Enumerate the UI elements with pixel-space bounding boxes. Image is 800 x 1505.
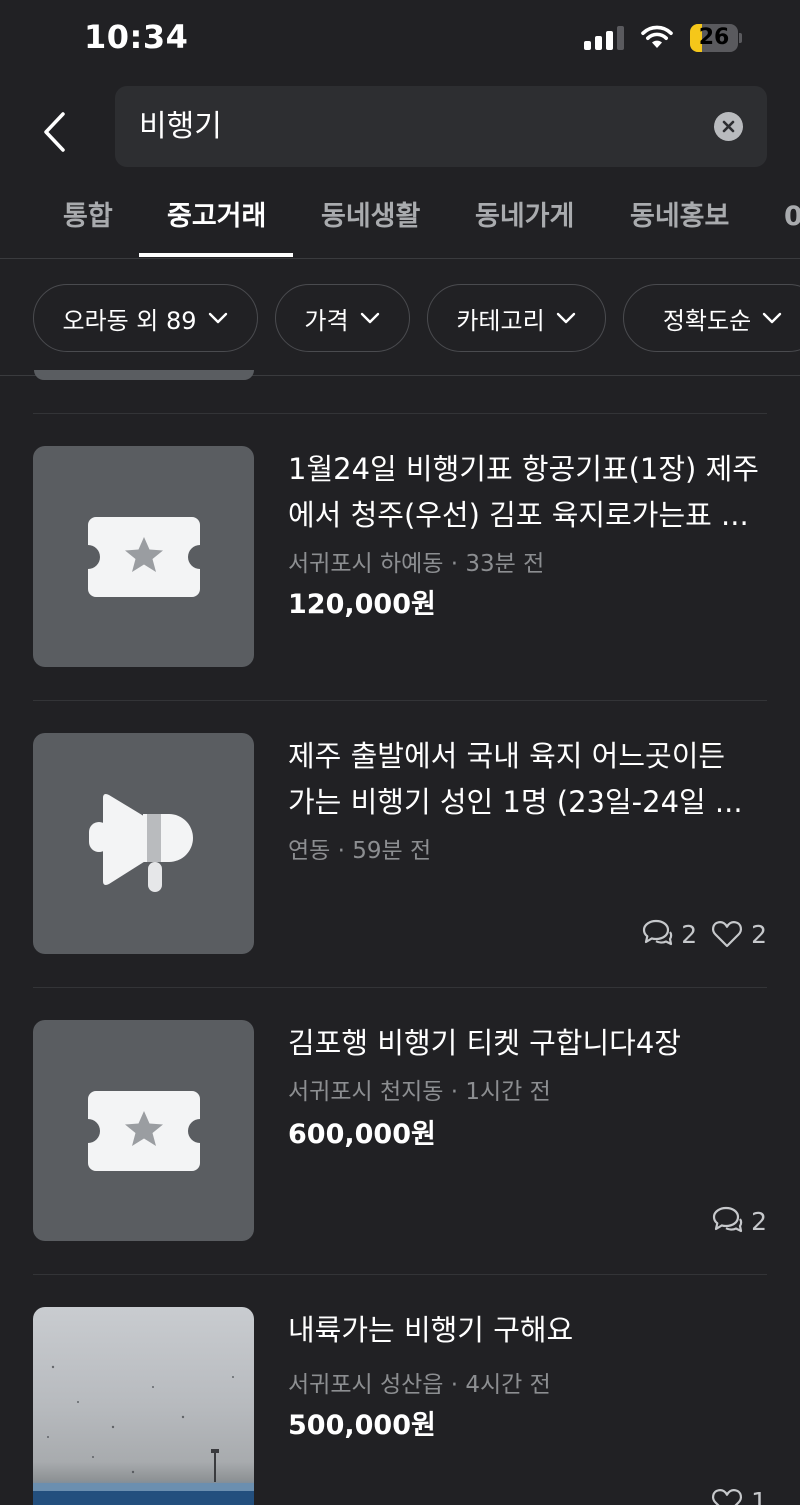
filter-category-label: 카테고리 — [456, 306, 545, 335]
item-location: 연동 — [288, 838, 331, 864]
item-location: 서귀포시 천지동 — [288, 1079, 444, 1105]
heart-icon — [712, 1488, 743, 1505]
chat-count: 2 — [641, 919, 697, 949]
tab-more[interactable]: 0 — [784, 180, 800, 258]
chevron-down-icon — [556, 312, 575, 324]
item-title: 제주 출발에서 국내 육지 어느곳이든 가는 비행기 성인 1명 (23일-24… — [288, 739, 743, 819]
item-time: 4시간 전 — [465, 1372, 551, 1398]
battery-icon: 26 — [690, 24, 742, 52]
status-time: 10:34 — [84, 18, 189, 56]
chat-bubble-icon — [712, 1206, 743, 1233]
item-thumbnail — [33, 446, 254, 667]
tab-neighborhood-life[interactable]: 동네생활 — [321, 180, 420, 258]
filter-sort-label: 정확도순 — [662, 306, 752, 335]
list-divider — [33, 413, 767, 414]
list-item[interactable]: 김포행 비행기 티켓 구합니다4장 서귀포시 천지동 · 1시간 전 600,0… — [0, 1020, 800, 1274]
megaphone-icon — [88, 793, 193, 892]
item-time: 59분 전 — [352, 838, 432, 864]
item-price: 120,000원 — [288, 589, 436, 620]
chevron-down-icon — [208, 312, 227, 324]
item-meta: 연동 · 59분 전 — [288, 838, 432, 864]
item-location: 서귀포시 하예동 — [288, 551, 444, 577]
item-meta: 서귀포시 성산읍 · 4시간 전 — [288, 1372, 551, 1398]
item-time: 1시간 전 — [465, 1079, 551, 1105]
item-title: 김포행 비행기 티켓 구합니다4장 — [288, 1026, 681, 1060]
list-item[interactable]: 1월24일 비행기표 항공기표(1장) 제주 에서 청주(우선) 김포 육지로가… — [0, 446, 800, 700]
search-box — [115, 86, 767, 167]
list-divider — [33, 700, 767, 701]
item-thumbnail — [33, 733, 254, 954]
item-title: 내륙가는 비행기 구해요 — [288, 1313, 574, 1347]
status-bar: 10:34 26 — [0, 0, 800, 78]
filter-price[interactable]: 가격 — [275, 284, 410, 352]
item-photo — [33, 1307, 254, 1505]
filter-category[interactable]: 카테고리 — [427, 284, 606, 352]
tab-used-trade[interactable]: 중고거래 — [167, 180, 266, 258]
item-counts: 2 2 — [627, 919, 767, 949]
item-counts: 2 — [697, 1206, 767, 1236]
list-item[interactable]: 제주 출발에서 국내 육지 어느곳이든 가는 비행기 성인 1명 (23일-24… — [0, 733, 800, 987]
battery-level: 26 — [698, 25, 730, 50]
airport-photo-detail — [33, 1365, 254, 1505]
like-count: 1 — [711, 1487, 767, 1505]
item-title: 1월24일 비행기표 항공기표(1장) 제주 에서 청주(우선) 김포 육지로가… — [288, 452, 759, 532]
active-tab-indicator — [139, 253, 293, 257]
chevron-down-icon — [762, 312, 782, 324]
list-item[interactable]: 내륙가는 비행기 구해요 서귀포시 성산읍 · 4시간 전 500,000원 1 — [0, 1307, 800, 1505]
chat-bubble-icon — [643, 919, 673, 946]
cellular-signal-icon — [584, 26, 626, 50]
item-time: 33분 전 — [465, 551, 545, 577]
tab-bar: 통합 중고거래 동네생활 동네가게 동네홍보 0 — [0, 180, 800, 259]
chevron-down-icon — [360, 312, 379, 324]
previous-item-thumbnail[interactable] — [34, 370, 254, 380]
item-meta: 서귀포시 하예동 · 33분 전 — [288, 551, 545, 577]
clear-search-button[interactable] — [714, 112, 743, 141]
list-divider — [33, 987, 767, 988]
item-meta: 서귀포시 천지동 · 1시간 전 — [288, 1079, 551, 1105]
filter-bar: 오라동 외 89 가격 카테고리 정확도순 — [0, 284, 800, 352]
like-count: 2 — [711, 920, 767, 949]
item-counts: 1 — [697, 1487, 767, 1505]
chat-count: 2 — [711, 1206, 767, 1236]
ticket-star-icon — [87, 516, 200, 597]
filter-sort[interactable]: 정확도순 — [623, 284, 800, 352]
filter-location-label: 오라동 외 89 — [62, 306, 197, 335]
search-input[interactable] — [139, 86, 699, 167]
tab-neighborhood-promo[interactable]: 동네홍보 — [630, 180, 729, 258]
item-price: 600,000원 — [288, 1119, 436, 1150]
tab-neighborhood-stores[interactable]: 동네가게 — [475, 180, 574, 258]
tab-all[interactable]: 통합 — [63, 180, 113, 258]
wifi-icon — [641, 25, 673, 48]
item-price: 500,000원 — [288, 1410, 436, 1441]
list-divider — [33, 1274, 767, 1275]
filter-price-label: 가격 — [304, 306, 349, 335]
close-icon — [722, 120, 735, 133]
back-button[interactable] — [30, 104, 78, 160]
heart-icon — [712, 921, 743, 948]
item-location: 서귀포시 성산읍 — [288, 1372, 444, 1398]
filter-location[interactable]: 오라동 외 89 — [33, 284, 258, 352]
ticket-star-icon — [87, 1090, 200, 1171]
chevron-left-icon — [44, 112, 65, 152]
item-thumbnail — [33, 1020, 254, 1241]
